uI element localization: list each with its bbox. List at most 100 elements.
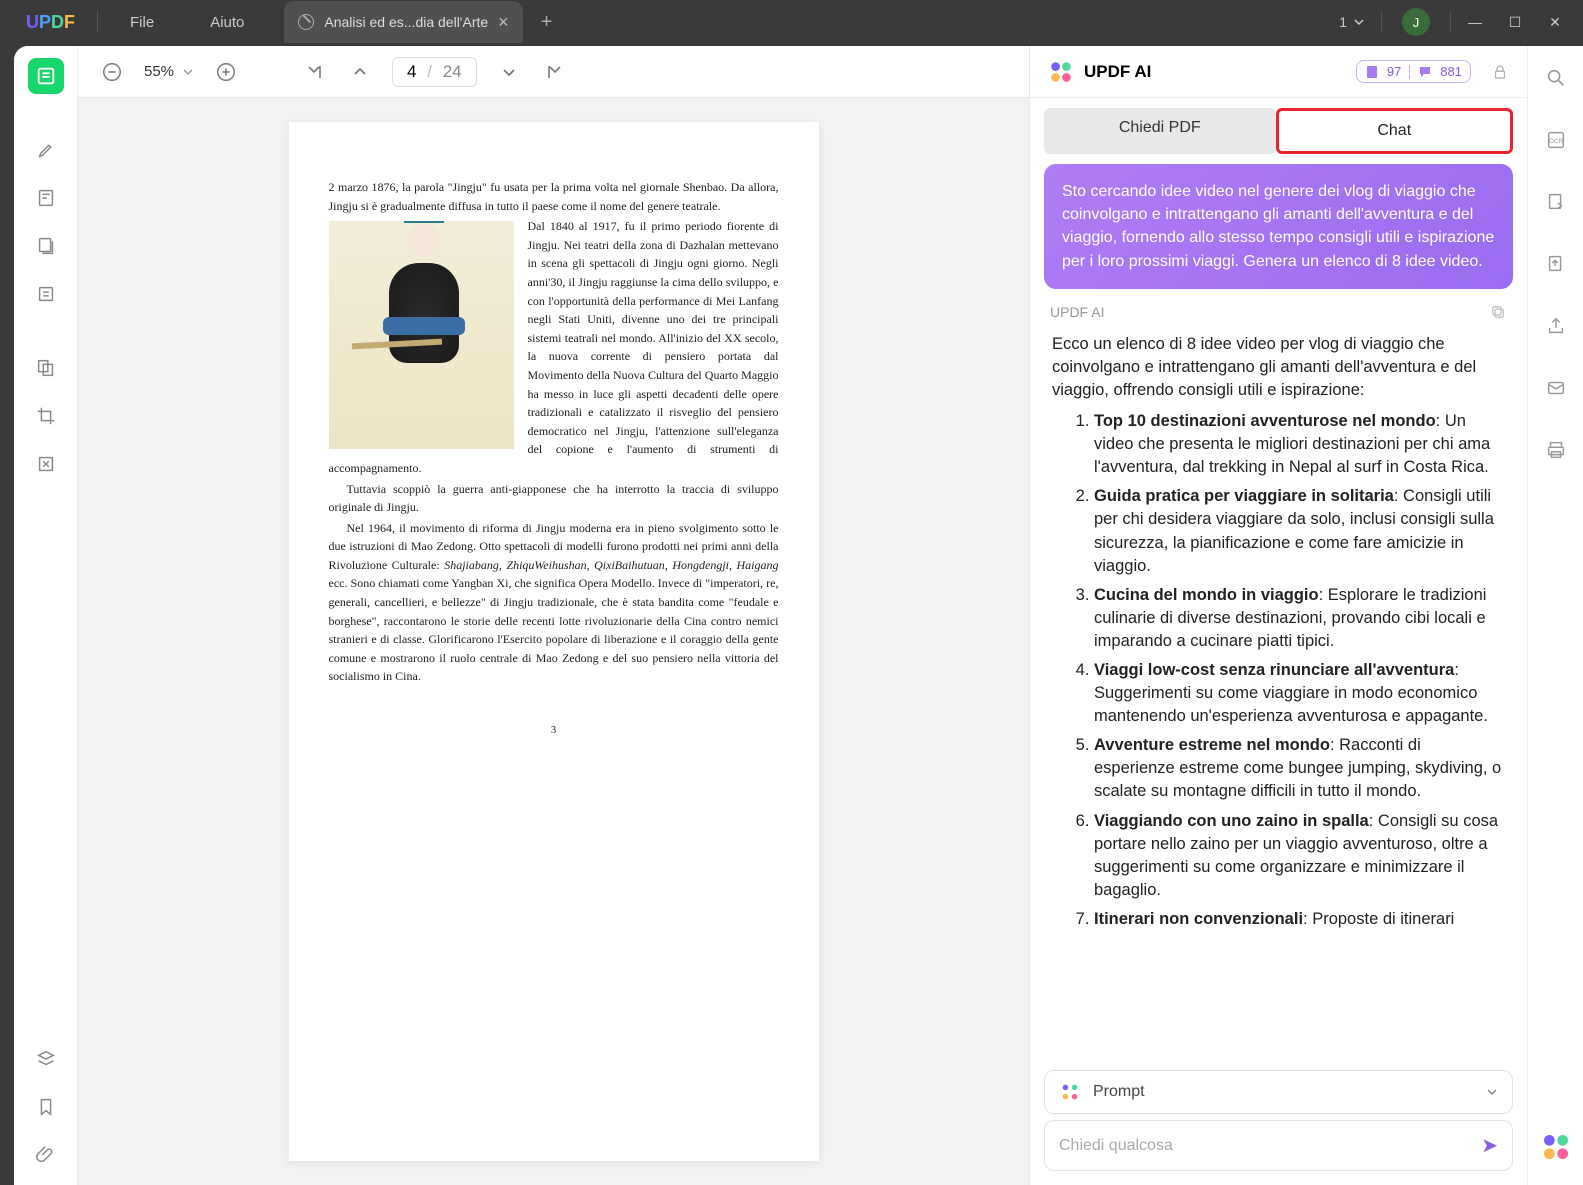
zoom-in-button[interactable] [212, 58, 240, 86]
bookmark-icon [35, 1096, 57, 1118]
maximize-button[interactable]: ☐ [1495, 14, 1535, 31]
send-button[interactable]: ➤ [1481, 1133, 1498, 1158]
export-button[interactable] [1538, 246, 1574, 282]
document-toolbar: 55% 4 / 24 [78, 46, 1029, 98]
tab-close-icon[interactable]: × [498, 12, 509, 33]
page-text: 2 marzo 1876, la parola "Jingju" fu usat… [329, 178, 779, 215]
user-message: Sto cercando idee video nel genere dei v… [1044, 164, 1513, 289]
form-icon [35, 283, 57, 305]
highlighter-icon [35, 139, 57, 161]
svg-text:OCR: OCR [1548, 138, 1563, 145]
tab-doc-icon [298, 14, 314, 30]
chat-input[interactable] [1059, 1137, 1481, 1155]
share-icon [1545, 315, 1567, 337]
ai-conversation[interactable]: Sto cercando idee video nel genere dei v… [1030, 164, 1527, 1064]
ai-list-item: Top 10 destinazioni avventurose nel mond… [1094, 410, 1505, 479]
prev-page-button[interactable] [346, 58, 374, 86]
edit-tool-button[interactable] [28, 180, 64, 216]
search-button[interactable] [1538, 60, 1574, 96]
form-tool-button[interactable] [28, 276, 64, 312]
first-page-icon [305, 63, 323, 81]
print-icon [1545, 439, 1567, 461]
window-count[interactable]: 1 [1327, 14, 1377, 30]
compress-icon [35, 453, 57, 475]
paperclip-icon [35, 1144, 57, 1166]
zoom-out-icon [101, 61, 123, 83]
export-icon [1545, 253, 1567, 275]
pages-icon [35, 235, 57, 257]
layers-icon [35, 1048, 57, 1070]
zoom-out-button[interactable] [98, 58, 126, 86]
attachment-button[interactable] [28, 1137, 64, 1173]
chat-credit-icon [1418, 65, 1432, 79]
prompt-selector[interactable]: Prompt [1044, 1070, 1513, 1114]
close-button[interactable]: ✕ [1535, 14, 1575, 31]
bookmark-button[interactable] [28, 1089, 64, 1125]
menu-help[interactable]: Aiuto [182, 14, 272, 31]
ai-credits-badge[interactable]: 97 881 [1356, 60, 1471, 83]
document-scroll[interactable]: 2 marzo 1876, la parola "Jingju" fu usat… [78, 98, 1029, 1185]
ai-list-item: Viaggi low-cost senza rinunciare all'avv… [1094, 659, 1505, 728]
share-button[interactable] [1538, 308, 1574, 344]
tab-add-button[interactable]: + [541, 11, 553, 34]
layers-button[interactable] [28, 1041, 64, 1077]
reader-mode-button[interactable] [28, 58, 64, 94]
tab-title: Analisi ed es...dia dell'Arte [324, 14, 488, 30]
app-logo: UPDF [8, 12, 93, 33]
ai-response: Ecco un elenco di 8 idee video per vlog … [1044, 327, 1513, 943]
search-icon [1545, 67, 1567, 89]
compress-tool-button[interactable] [28, 446, 64, 482]
edit-page-icon [35, 187, 57, 209]
next-page-button[interactable] [495, 58, 523, 86]
tab-ask-pdf[interactable]: Chiedi PDF [1044, 108, 1276, 154]
convert-icon [1545, 191, 1567, 213]
last-page-button[interactable] [541, 58, 569, 86]
ocr-icon: OCR [1545, 129, 1567, 151]
ai-list-item: Itinerari non convenzionali: Proposte di… [1094, 908, 1505, 931]
convert-button[interactable] [1538, 184, 1574, 220]
ai-panel-title: UPDF AI [1084, 62, 1346, 82]
last-page-icon [546, 63, 564, 81]
tab-chat[interactable]: Chat [1276, 108, 1514, 154]
zoom-select[interactable]: 55% [144, 63, 194, 80]
page-indicator[interactable]: 4 / 24 [392, 57, 477, 87]
right-rail: OCR [1527, 46, 1583, 1185]
ai-fab-button[interactable] [1540, 1131, 1572, 1163]
document-tab[interactable]: Analisi ed es...dia dell'Arte × [284, 1, 522, 43]
menu-file[interactable]: File [102, 14, 182, 31]
ai-header: UPDF AI 97 881 [1030, 46, 1527, 98]
chevron-down-icon [182, 66, 194, 78]
workspace: 55% 4 / 24 2 marzo 1876, la parola "Jing… [14, 46, 1583, 1185]
crop-tool-button[interactable] [28, 398, 64, 434]
chevron-down-icon [1486, 1086, 1498, 1098]
ai-response-label: UPDF AI [1044, 289, 1513, 327]
ai-list-item: Viaggiando con uno zaino in spalla: Cons… [1094, 810, 1505, 902]
pdf-page: 2 marzo 1876, la parola "Jingju" fu usat… [289, 122, 819, 1161]
chevron-down-icon [1353, 16, 1365, 28]
lock-icon[interactable] [1491, 63, 1509, 81]
zoom-in-icon [215, 61, 237, 83]
user-avatar[interactable]: J [1402, 8, 1430, 36]
ai-list-item: Avventure estreme nel mondo: Racconti di… [1094, 734, 1505, 803]
organize-tool-button[interactable] [28, 228, 64, 264]
ocr-button[interactable]: OCR [1538, 122, 1574, 158]
comment-tool-button[interactable] [28, 132, 64, 168]
reader-icon [35, 65, 57, 87]
doc-credit-icon [1365, 65, 1379, 79]
chevron-down-icon [500, 63, 518, 81]
email-button[interactable] [1538, 370, 1574, 406]
titlebar: UPDF File Aiuto Analisi ed es...dia dell… [0, 0, 1583, 44]
minimize-button[interactable]: — [1455, 14, 1495, 30]
crop-icon [35, 405, 57, 427]
document-area: 55% 4 / 24 2 marzo 1876, la parola "Jing… [78, 46, 1029, 1185]
chat-input-bar: ➤ [1044, 1120, 1513, 1171]
batch-tool-button[interactable] [28, 350, 64, 386]
print-button[interactable] [1538, 432, 1574, 468]
updf-ai-logo-icon [1048, 59, 1074, 85]
copy-icon[interactable] [1489, 303, 1507, 321]
chevron-up-icon [351, 63, 369, 81]
first-page-button[interactable] [300, 58, 328, 86]
ai-list-item: Cucina del mondo in viaggio: Esplorare l… [1094, 584, 1505, 653]
page-text: Tuttavia scoppiò la guerra anti-giappone… [329, 480, 779, 517]
page-text: Nel 1964, il movimento di riforma di Jin… [329, 519, 779, 686]
